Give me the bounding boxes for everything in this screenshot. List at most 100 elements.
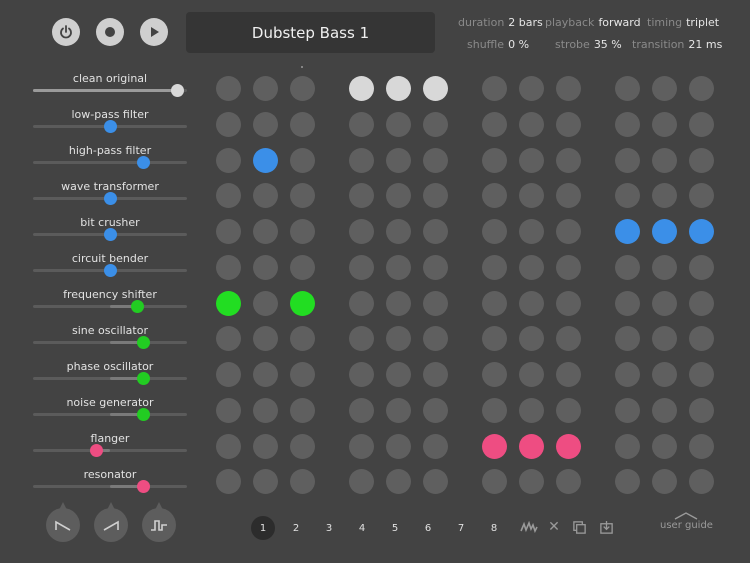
pad-active[interactable] bbox=[689, 219, 714, 244]
pad-active[interactable] bbox=[216, 291, 241, 316]
pad[interactable] bbox=[386, 183, 411, 208]
pad[interactable] bbox=[615, 76, 640, 101]
slider-knob[interactable] bbox=[137, 372, 151, 385]
slider-knob[interactable] bbox=[137, 408, 151, 421]
slider-knob[interactable] bbox=[131, 300, 145, 313]
pad[interactable] bbox=[652, 112, 677, 137]
envelope-attack[interactable] bbox=[94, 502, 128, 542]
pad[interactable] bbox=[290, 76, 315, 101]
pad[interactable] bbox=[556, 148, 581, 173]
pad[interactable] bbox=[519, 76, 544, 101]
envelope-decay[interactable] bbox=[46, 502, 80, 542]
pad[interactable] bbox=[386, 291, 411, 316]
slider-noise-generator[interactable]: noise generator bbox=[33, 396, 187, 432]
pad-active[interactable] bbox=[615, 219, 640, 244]
pad[interactable] bbox=[423, 362, 448, 387]
page-button-7[interactable]: 7 bbox=[451, 518, 471, 538]
pad[interactable] bbox=[519, 362, 544, 387]
pad[interactable] bbox=[253, 434, 278, 459]
pad[interactable] bbox=[652, 434, 677, 459]
pad[interactable] bbox=[519, 398, 544, 423]
pad[interactable] bbox=[253, 183, 278, 208]
slider-knob[interactable] bbox=[137, 336, 151, 349]
pad[interactable] bbox=[216, 398, 241, 423]
pad[interactable] bbox=[386, 469, 411, 494]
pad[interactable] bbox=[349, 469, 374, 494]
param-timing[interactable]: timing triplet bbox=[647, 16, 719, 29]
pad[interactable] bbox=[349, 112, 374, 137]
pad[interactable] bbox=[349, 148, 374, 173]
pad[interactable] bbox=[689, 434, 714, 459]
pad[interactable] bbox=[253, 291, 278, 316]
pad[interactable] bbox=[519, 469, 544, 494]
pad[interactable] bbox=[386, 219, 411, 244]
pad[interactable] bbox=[689, 76, 714, 101]
pad[interactable] bbox=[482, 76, 507, 101]
pad[interactable] bbox=[482, 326, 507, 351]
slider-knob[interactable] bbox=[171, 84, 185, 97]
pad[interactable] bbox=[423, 112, 448, 137]
pad[interactable] bbox=[689, 398, 714, 423]
play-button[interactable] bbox=[140, 18, 168, 46]
pad[interactable] bbox=[482, 183, 507, 208]
pad[interactable] bbox=[216, 112, 241, 137]
slider-knob[interactable] bbox=[137, 480, 151, 493]
pad[interactable] bbox=[253, 255, 278, 280]
pad[interactable] bbox=[689, 291, 714, 316]
pad[interactable] bbox=[349, 183, 374, 208]
slider-high-pass-filter[interactable]: high-pass filter bbox=[33, 144, 187, 180]
preset-name-display[interactable]: Dubstep Bass 1 bbox=[186, 12, 435, 53]
pad[interactable] bbox=[349, 398, 374, 423]
pad[interactable] bbox=[290, 362, 315, 387]
pad[interactable] bbox=[689, 112, 714, 137]
pad[interactable] bbox=[423, 434, 448, 459]
pad[interactable] bbox=[482, 255, 507, 280]
copy-button[interactable] bbox=[570, 518, 588, 536]
page-button-5[interactable]: 5 bbox=[385, 518, 405, 538]
pad[interactable] bbox=[652, 255, 677, 280]
pad[interactable] bbox=[652, 183, 677, 208]
pad[interactable] bbox=[216, 76, 241, 101]
pad[interactable] bbox=[519, 183, 544, 208]
pad[interactable] bbox=[482, 291, 507, 316]
pad-active[interactable] bbox=[556, 434, 581, 459]
pad[interactable] bbox=[216, 326, 241, 351]
pad[interactable] bbox=[290, 112, 315, 137]
pad[interactable] bbox=[652, 291, 677, 316]
pad[interactable] bbox=[652, 76, 677, 101]
pad[interactable] bbox=[386, 148, 411, 173]
pad[interactable] bbox=[216, 219, 241, 244]
pad[interactable] bbox=[482, 398, 507, 423]
pad[interactable] bbox=[290, 255, 315, 280]
pad[interactable] bbox=[689, 183, 714, 208]
pad[interactable] bbox=[253, 469, 278, 494]
pad[interactable] bbox=[689, 362, 714, 387]
param-transition[interactable]: transition 21 ms bbox=[632, 38, 722, 51]
slider-wave-transformer[interactable]: wave transformer bbox=[33, 180, 187, 216]
pad-active[interactable] bbox=[386, 76, 411, 101]
slider-circuit-bender[interactable]: circuit bender bbox=[33, 252, 187, 288]
pad-active[interactable] bbox=[482, 434, 507, 459]
slider-knob[interactable] bbox=[103, 264, 117, 277]
pad[interactable] bbox=[556, 398, 581, 423]
param-playback[interactable]: playback forward bbox=[545, 16, 641, 29]
pad[interactable] bbox=[349, 291, 374, 316]
pad-active[interactable] bbox=[652, 219, 677, 244]
slider-knob[interactable] bbox=[103, 120, 117, 133]
pad[interactable] bbox=[349, 255, 374, 280]
pad[interactable] bbox=[615, 291, 640, 316]
pad[interactable] bbox=[556, 326, 581, 351]
pad[interactable] bbox=[652, 469, 677, 494]
pad[interactable] bbox=[615, 112, 640, 137]
slider-phase-oscillator[interactable]: phase oscillator bbox=[33, 360, 187, 396]
pad[interactable] bbox=[519, 255, 544, 280]
pad[interactable] bbox=[556, 255, 581, 280]
pad[interactable] bbox=[349, 434, 374, 459]
slider-clean-original[interactable]: clean original bbox=[33, 72, 187, 108]
page-button-6[interactable]: 6 bbox=[418, 518, 438, 538]
pad[interactable] bbox=[349, 362, 374, 387]
pad[interactable] bbox=[615, 469, 640, 494]
slider-flanger[interactable]: flanger bbox=[33, 432, 187, 468]
pad[interactable] bbox=[556, 183, 581, 208]
pad-active[interactable] bbox=[423, 76, 448, 101]
